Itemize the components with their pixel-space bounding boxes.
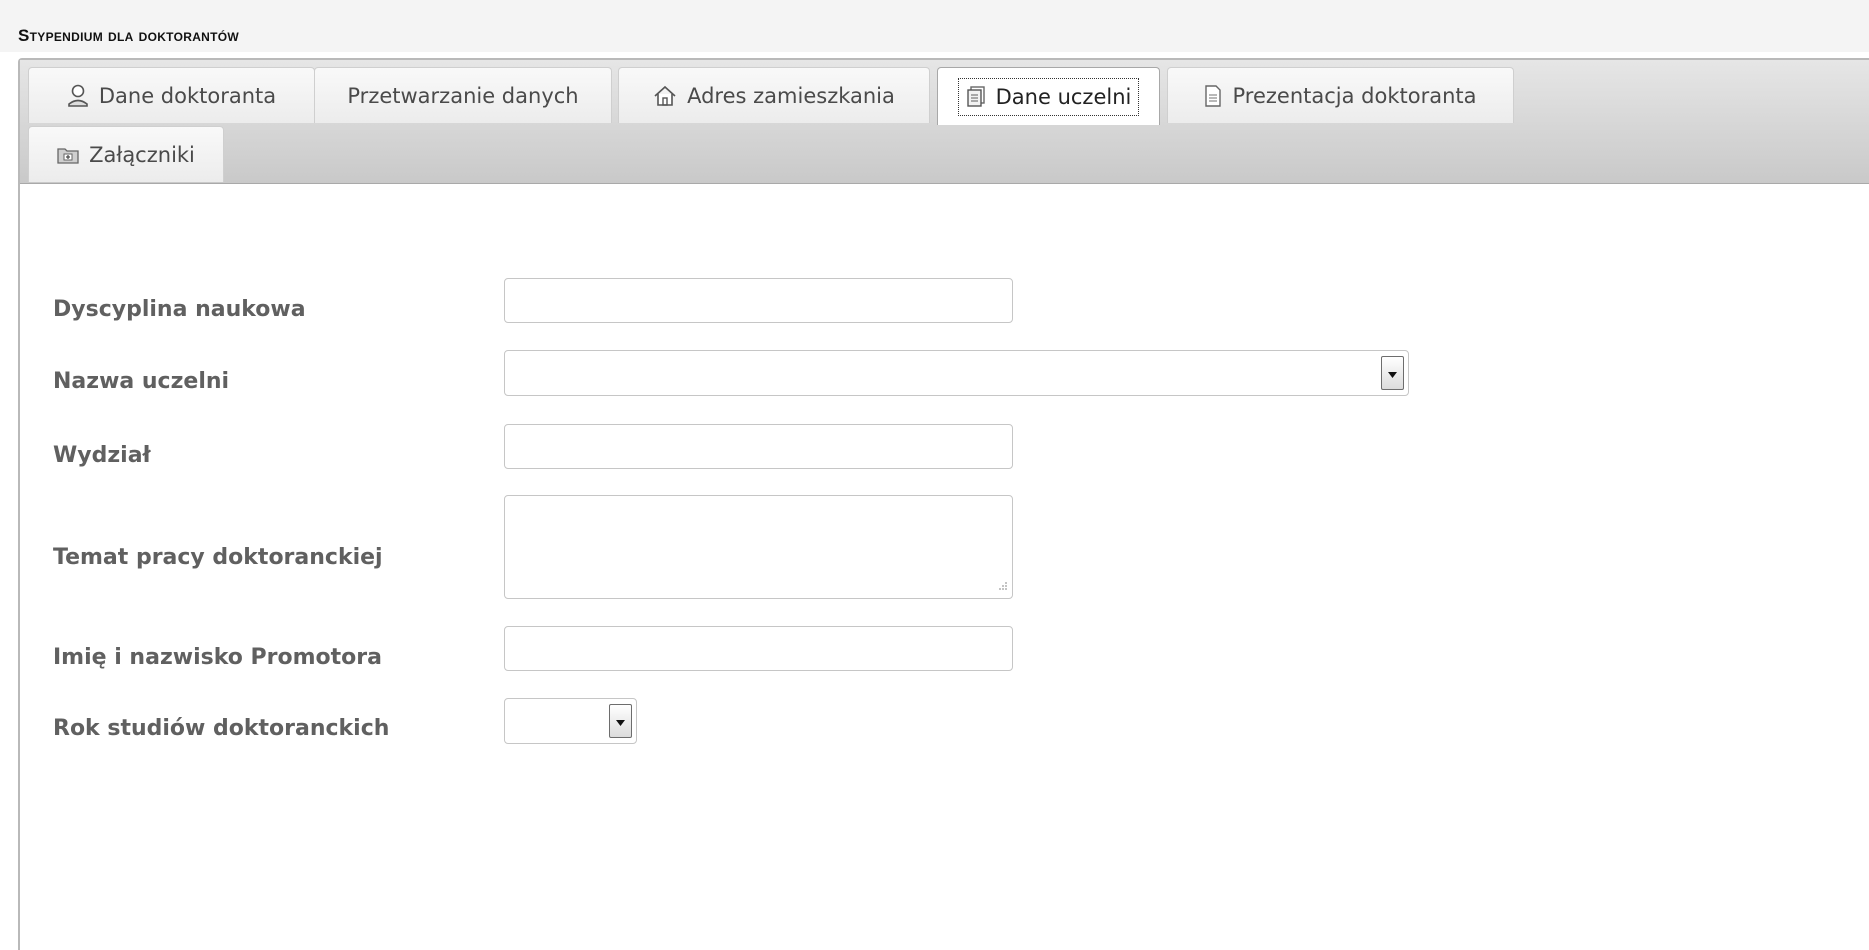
wydzial-label: Wydział — [53, 443, 151, 468]
tab-dane-doktoranta[interactable]: Dane doktoranta — [28, 67, 315, 123]
document-icon — [1204, 84, 1222, 107]
chevron-down-icon — [1387, 364, 1398, 383]
temat-label: Temat pracy doktoranckiej — [53, 545, 383, 570]
tab-label: Prezentacja doktoranta — [1232, 83, 1477, 108]
page-header — [0, 0, 1869, 52]
dropdown-button[interactable] — [1381, 356, 1404, 390]
temat-textarea[interactable] — [504, 495, 1013, 599]
tab-dane-uczelni[interactable]: Dane uczelni — [937, 67, 1160, 125]
rok-studiow-label: Rok studiów doktoranckich — [53, 716, 390, 741]
document-stack-icon — [966, 85, 986, 108]
resize-grip-icon[interactable] — [998, 576, 1008, 595]
tab-przetwarzanie-danych[interactable]: Przetwarzanie danych — [314, 67, 612, 123]
dyscyplina-input[interactable] — [504, 278, 1013, 323]
tab-prezentacja-doktoranta[interactable]: Prezentacja doktoranta — [1167, 67, 1514, 123]
promotor-input[interactable] — [504, 626, 1013, 671]
tab-adres-zamieszkania[interactable]: Adres zamieszkania — [618, 67, 930, 123]
promotor-label: Imię i nazwisko Promotora — [53, 645, 382, 670]
tab-label: Adres zamieszkania — [687, 83, 895, 108]
home-icon — [653, 85, 677, 107]
tab-bar: Dane doktoranta Przetwarzanie danych Adr… — [20, 60, 1869, 184]
tab-zalaczniki[interactable]: Załączniki — [28, 126, 224, 182]
nazwa-uczelni-select[interactable] — [504, 350, 1409, 396]
user-icon — [67, 84, 89, 108]
dyscyplina-label: Dyscyplina naukowa — [53, 297, 306, 322]
folder-icon — [57, 146, 79, 164]
wydzial-input[interactable] — [504, 424, 1013, 469]
tab-label: Dane uczelni — [995, 84, 1132, 109]
page-title: Stypendium dla doktorantów — [18, 26, 240, 45]
chevron-down-icon — [615, 712, 626, 731]
tab-label: Dane doktoranta — [98, 83, 277, 108]
rok-studiow-select[interactable] — [504, 698, 637, 744]
temat-container — [504, 495, 1013, 599]
tab-label: Przetwarzanie danych — [347, 83, 579, 108]
dropdown-button[interactable] — [609, 704, 632, 738]
tab-label: Załączniki — [89, 142, 195, 167]
nazwa-uczelni-label: Nazwa uczelni — [53, 369, 230, 394]
